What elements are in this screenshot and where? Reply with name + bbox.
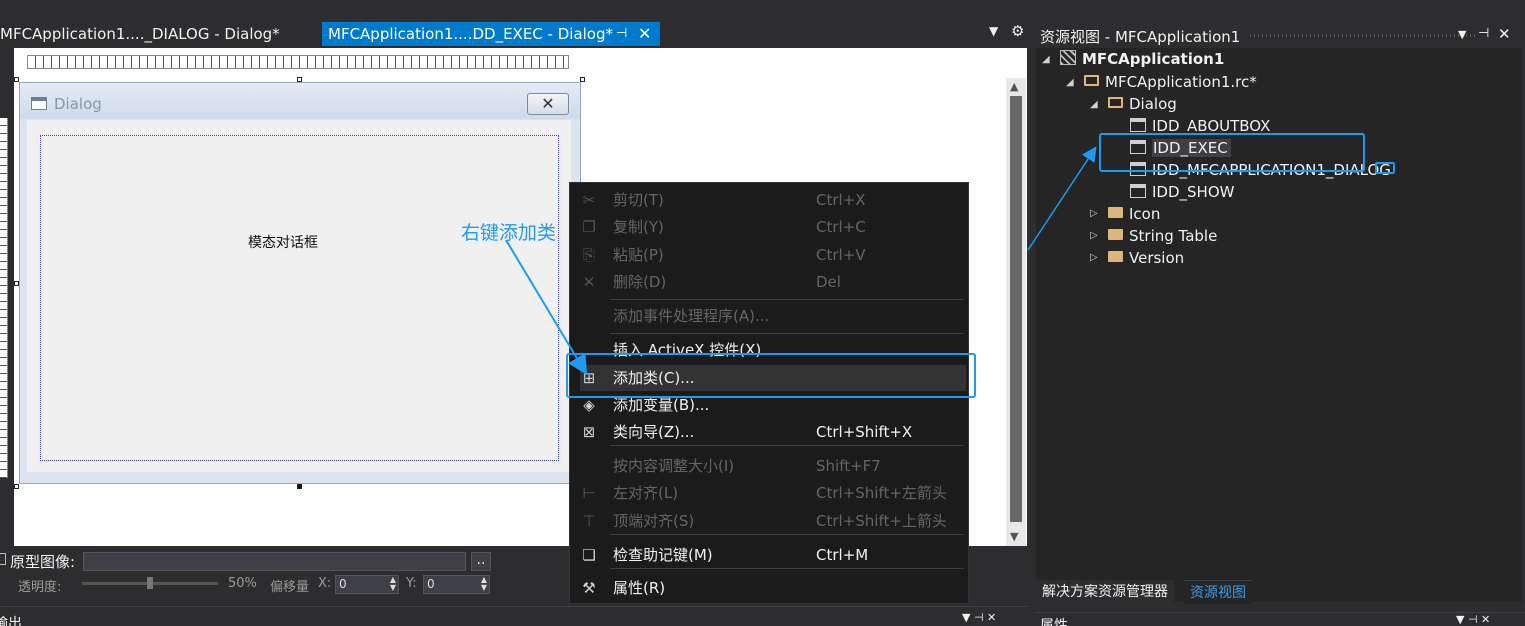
annotation-highlight-add-class — [566, 353, 976, 398]
annotation-arrows — [505, 146, 1097, 376]
annotation-arrow-to-tree — [1027, 146, 1097, 251]
annotation-arrow-to-menu — [505, 239, 588, 376]
